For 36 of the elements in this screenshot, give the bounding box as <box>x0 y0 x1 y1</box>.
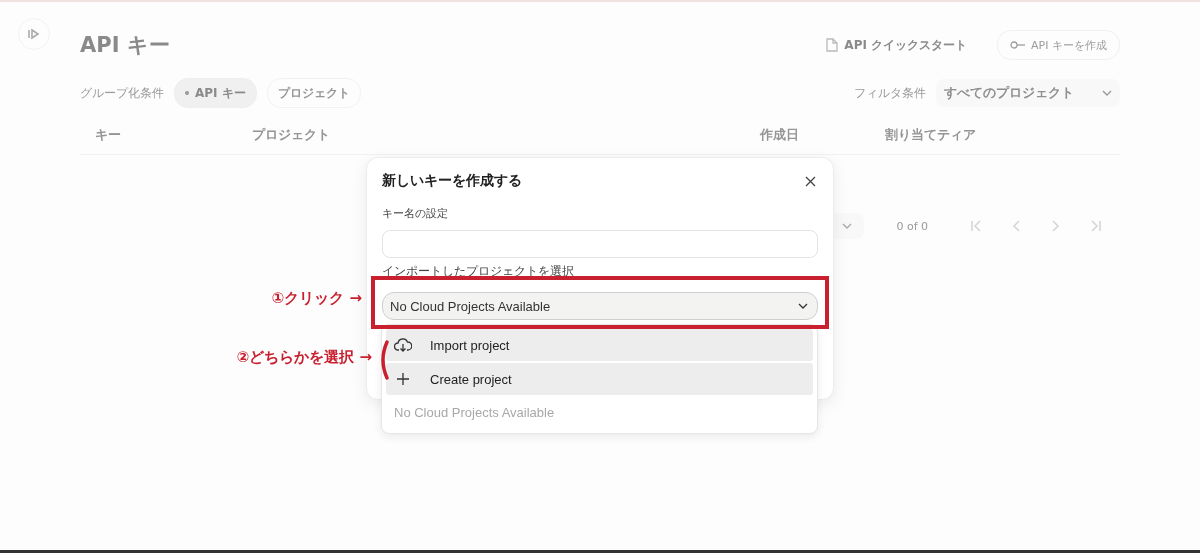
filter-label: フィルタ条件 <box>854 84 926 102</box>
previous-page-icon[interactable] <box>1012 220 1022 232</box>
annotation-label: ①クリック → <box>271 289 362 308</box>
create-key-label: API キーを作成 <box>1031 37 1107 53</box>
cloud-download-icon <box>394 338 412 352</box>
column-header: 割り当てティア <box>885 126 976 144</box>
document-icon <box>826 38 839 52</box>
chevron-down-icon <box>798 303 808 309</box>
project-select[interactable]: No Cloud Projects Available <box>382 292 818 320</box>
empty-note: No Cloud Projects Available <box>394 405 555 420</box>
group-by-tab[interactable]: API キー <box>174 78 257 108</box>
project-filter-select[interactable]: すべてのプロジェクト <box>936 79 1120 107</box>
column-header: プロジェクト <box>252 126 330 144</box>
quickstart-link[interactable]: API クイックスタート <box>826 36 968 54</box>
chevron-down-icon <box>1102 90 1112 96</box>
plus-icon <box>394 373 412 385</box>
close-icon[interactable] <box>805 175 816 187</box>
chevron-down-icon <box>842 223 853 229</box>
first-page-icon[interactable] <box>970 220 984 232</box>
sidebar-toggle-button[interactable] <box>18 18 50 50</box>
key-name-label: キー名の設定 <box>382 206 448 221</box>
menu-item[interactable]: Import project <box>386 329 813 361</box>
menu-item[interactable]: Create project <box>386 363 813 395</box>
group-by-label: グループ化条件 <box>80 84 164 102</box>
last-page-icon[interactable] <box>1088 220 1102 232</box>
sidebar-icon <box>27 28 41 40</box>
page-title: API キー <box>80 32 170 59</box>
annotation-label: ②どちらかを選択 → <box>236 348 372 367</box>
group-by-tab[interactable]: プロジェクト <box>266 78 361 108</box>
column-header: キー <box>95 126 121 144</box>
dialog-title: 新しいキーを作成する <box>382 172 522 190</box>
page-range: 0 of 0 <box>896 219 928 233</box>
column-header: 作成日 <box>760 126 799 144</box>
key-icon <box>1010 41 1027 49</box>
next-page-icon[interactable] <box>1050 220 1060 232</box>
key-name-field[interactable] <box>382 230 818 258</box>
